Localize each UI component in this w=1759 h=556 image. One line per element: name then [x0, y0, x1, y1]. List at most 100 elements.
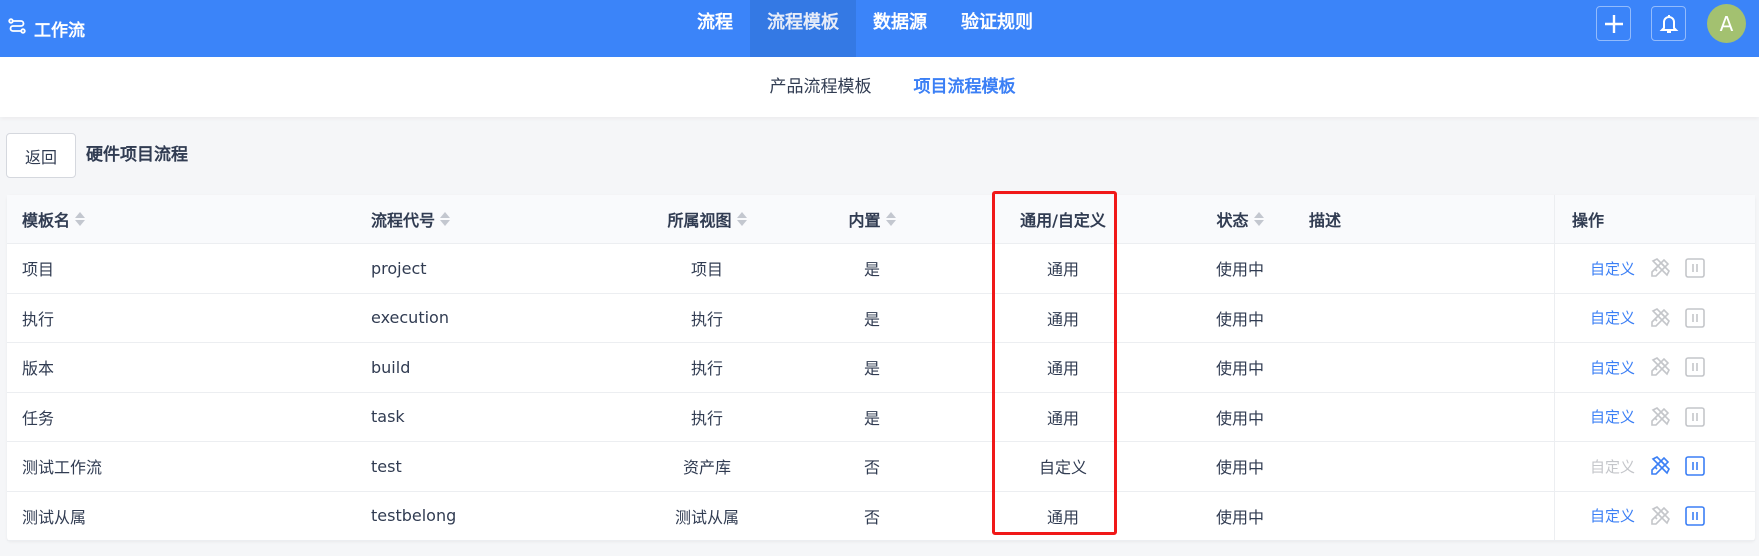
cell-code: test — [371, 456, 402, 476]
notification-button[interactable] — [1651, 6, 1686, 41]
customize-link[interactable]: 自定义 — [1590, 456, 1635, 477]
header-label: 所属视图 — [667, 211, 732, 230]
cell-code: project — [371, 258, 427, 278]
header-code[interactable]: 流程代号 — [356, 195, 606, 243]
cell-name: 版本 — [22, 359, 55, 379]
cell-name: 测试从属 — [22, 507, 87, 527]
edit-icon[interactable] — [1649, 257, 1671, 279]
tab-product-template[interactable]: 产品流程模板 — [770, 72, 872, 97]
cell-code: task — [371, 407, 405, 427]
avatar[interactable]: A — [1707, 4, 1746, 43]
edit-icon[interactable] — [1649, 356, 1671, 378]
pause-icon[interactable] — [1685, 357, 1705, 378]
header-label: 内置 — [848, 211, 881, 230]
header-actions: 操作 — [1554, 195, 1755, 243]
cell-name: 测试工作流 — [22, 458, 103, 478]
customize-link[interactable]: 自定义 — [1590, 357, 1635, 378]
cell-desc — [1290, 343, 1554, 392]
edit-icon[interactable] — [1649, 307, 1671, 329]
sort-icon[interactable] — [1253, 212, 1264, 226]
brand-label: 工作流 — [34, 21, 85, 41]
nav-data-source[interactable]: 数据源 — [856, 0, 944, 57]
table-row: 项目 project 项目 是 通用 使用中 自定义 — [7, 244, 1755, 294]
cell-desc — [1290, 442, 1554, 491]
pause-icon[interactable] — [1685, 505, 1705, 526]
table-row: 任务 task 执行 是 通用 使用中 自定义 — [7, 392, 1755, 442]
header-label: 流程代号 — [371, 211, 436, 230]
cell-actions: 自定义 — [1554, 343, 1755, 392]
header-builtin[interactable]: 内置 — [808, 195, 936, 243]
pause-icon[interactable] — [1685, 307, 1705, 328]
cell-view: 执行 — [690, 309, 723, 329]
customize-link[interactable]: 自定义 — [1590, 258, 1635, 279]
back-button[interactable]: 返回 — [6, 133, 76, 178]
cell-type: 通用 — [1046, 260, 1079, 280]
sort-icon[interactable] — [736, 212, 747, 226]
cell-type: 通用 — [1046, 359, 1079, 379]
cell-view: 资产库 — [682, 458, 731, 478]
cell-desc — [1290, 393, 1554, 442]
main-nav: 流程 流程模板 数据源 验证规则 — [680, 0, 1050, 57]
sort-icon[interactable] — [440, 212, 451, 226]
pause-icon[interactable] — [1685, 258, 1705, 279]
header-desc: 描述 — [1309, 211, 1342, 230]
tab-project-template[interactable]: 项目流程模板 — [914, 72, 1016, 97]
nav-validation-rules[interactable]: 验证规则 — [944, 0, 1050, 57]
cell-builtin: 是 — [863, 408, 880, 428]
cell-builtin: 否 — [863, 458, 880, 478]
cell-view: 执行 — [690, 359, 723, 379]
edit-icon[interactable] — [1649, 505, 1671, 527]
cell-status: 使用中 — [1215, 309, 1264, 329]
cell-actions: 自定义 — [1554, 293, 1755, 342]
cell-type: 通用 — [1046, 507, 1079, 527]
header-view[interactable]: 所属视图 — [606, 195, 808, 243]
customize-link[interactable]: 自定义 — [1590, 406, 1635, 427]
cell-code: execution — [371, 308, 449, 328]
cell-type: 通用 — [1046, 309, 1079, 329]
cell-view: 执行 — [690, 408, 723, 428]
cell-status: 使用中 — [1215, 458, 1264, 478]
cell-status: 使用中 — [1215, 359, 1264, 379]
cell-actions: 自定义 — [1554, 392, 1755, 441]
cell-actions: 自定义 — [1554, 491, 1755, 540]
add-button[interactable] — [1596, 6, 1631, 41]
cell-type: 自定义 — [1038, 458, 1087, 478]
edit-icon[interactable] — [1649, 406, 1671, 428]
cell-status: 使用中 — [1215, 408, 1264, 428]
cell-status: 使用中 — [1215, 507, 1264, 527]
cell-code: testbelong — [371, 506, 457, 526]
template-table: 模板名 流程代号 所属视图 内置 通用/自定义 状态 描述 操作 项目 proj… — [7, 195, 1755, 541]
header-label: 模板名 — [22, 211, 71, 230]
cell-actions: 自定义 — [1554, 442, 1755, 491]
pause-icon[interactable] — [1685, 406, 1705, 427]
sort-icon[interactable] — [885, 212, 896, 226]
table-row: 测试从属 testbelong 测试从属 否 通用 使用中 自定义 — [7, 491, 1755, 541]
brand[interactable]: 工作流 — [8, 0, 85, 57]
header-status[interactable]: 状态 — [1190, 195, 1290, 243]
customize-link[interactable]: 自定义 — [1590, 307, 1635, 328]
nav-flow[interactable]: 流程 — [680, 0, 750, 57]
header-name[interactable]: 模板名 — [7, 195, 356, 243]
cell-builtin: 是 — [863, 309, 880, 329]
cell-status: 使用中 — [1215, 260, 1264, 280]
top-bar: 工作流 流程 流程模板 数据源 验证规则 A — [0, 0, 1759, 57]
cell-desc — [1290, 244, 1554, 293]
edit-icon[interactable] — [1649, 455, 1671, 477]
cell-view: 项目 — [690, 260, 723, 280]
cell-name: 项目 — [22, 260, 55, 280]
pause-icon[interactable] — [1685, 456, 1705, 477]
nav-flow-template[interactable]: 流程模板 — [750, 0, 856, 57]
sub-nav: 产品流程模板 项目流程模板 — [0, 57, 1759, 117]
cell-builtin: 否 — [863, 507, 880, 527]
bell-icon — [1659, 14, 1678, 33]
customize-link[interactable]: 自定义 — [1590, 505, 1635, 526]
page-title: 硬件项目流程 — [86, 145, 188, 165]
cell-desc — [1290, 294, 1554, 343]
cell-actions: 自定义 — [1554, 244, 1755, 293]
table-row: 测试工作流 test 资产库 否 自定义 使用中 自定义 — [7, 442, 1755, 492]
sort-icon[interactable] — [75, 212, 86, 226]
plus-icon — [1604, 14, 1623, 33]
cell-code: build — [371, 357, 411, 377]
table-header: 模板名 流程代号 所属视图 内置 通用/自定义 状态 描述 操作 — [7, 195, 1755, 244]
cell-type: 通用 — [1046, 408, 1079, 428]
